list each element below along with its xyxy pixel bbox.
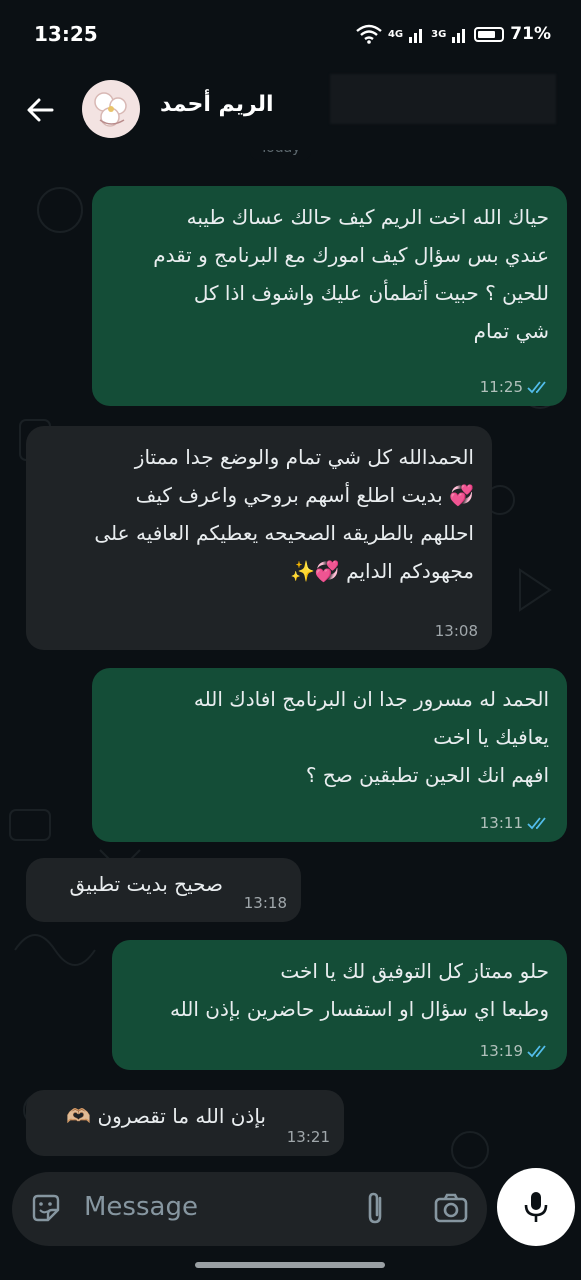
message-text: بإذن الله ما تقصرون 🫶🏼 bbox=[66, 1104, 266, 1128]
network-4g-label: 4G bbox=[387, 28, 404, 40]
message-text: الحمد له مسرور جدا ان البرنامج افادك الل… bbox=[193, 687, 549, 787]
avatar[interactable] bbox=[82, 80, 140, 138]
chat-header: الريم أحمد bbox=[0, 70, 581, 150]
message-bubble[interactable]: بإذن الله ما تقصرون 🫶🏼 13:21 bbox=[26, 1090, 344, 1156]
battery-level: 71% bbox=[510, 24, 551, 44]
network-3g-label: 3G bbox=[431, 28, 447, 40]
home-indicator bbox=[195, 1262, 385, 1268]
sticker-icon[interactable] bbox=[30, 1192, 62, 1224]
message-meta: 13:08 bbox=[435, 622, 478, 640]
message-time: 13:21 bbox=[286, 1128, 330, 1146]
read-receipt-icon bbox=[527, 381, 546, 394]
back-arrow-icon[interactable] bbox=[22, 92, 58, 128]
signal-icon-2 bbox=[452, 29, 466, 43]
message-bubble[interactable]: الحمد له مسرور جدا ان البرنامج افادك الل… bbox=[92, 668, 567, 842]
microphone-icon bbox=[524, 1192, 548, 1222]
message-input[interactable]: Message bbox=[84, 1192, 198, 1222]
microphone-button[interactable] bbox=[497, 1168, 575, 1246]
message-time: 13:19 bbox=[479, 1042, 523, 1060]
message-text: حياك الله اخت الريم كيف حالك عساك طيبه ع… bbox=[153, 205, 549, 343]
message-bubble[interactable]: حياك الله اخت الريم كيف حالك عساك طيبه ع… bbox=[92, 186, 567, 406]
message-meta: 13:19 bbox=[480, 1042, 551, 1060]
wifi-icon bbox=[356, 24, 382, 44]
battery-icon bbox=[474, 26, 505, 42]
message-bubble[interactable]: حلو ممتاز كل التوفيق لك يا اخت وطبعا اي … bbox=[112, 940, 567, 1070]
signal-icon bbox=[409, 29, 423, 43]
contact-name[interactable]: الريم أحمد bbox=[160, 92, 274, 117]
message-meta: 11:25 bbox=[480, 378, 551, 396]
message-time: 13:11 bbox=[479, 814, 523, 832]
status-bar: 13:25 4G 3G 71% bbox=[0, 0, 581, 70]
day-label: Today bbox=[250, 150, 311, 160]
message-time: 13:08 bbox=[434, 622, 478, 640]
message-meta: 13:11 bbox=[480, 814, 551, 832]
message-bubble[interactable]: صحيح بديت تطبيق 13:18 bbox=[26, 858, 301, 922]
redacted-area bbox=[330, 74, 556, 124]
status-icons: 4G 3G 71% bbox=[356, 24, 551, 44]
chat-area[interactable]: Today حياك الله اخت الريم كيف حالك عساك … bbox=[0, 150, 581, 1170]
message-time: 13:18 bbox=[243, 894, 287, 912]
read-receipt-icon bbox=[527, 817, 546, 830]
avatar-flower-icon bbox=[94, 92, 127, 127]
message-composer[interactable]: Message bbox=[12, 1172, 487, 1246]
status-time: 13:25 bbox=[34, 22, 98, 46]
message-text: الحمدالله كل شي تمام والوضع جدا ممتاز 💞 … bbox=[94, 445, 474, 583]
camera-icon[interactable] bbox=[434, 1192, 468, 1224]
message-bubble[interactable]: الحمدالله كل شي تمام والوضع جدا ممتاز 💞 … bbox=[26, 426, 492, 650]
message-time: 11:25 bbox=[479, 378, 523, 396]
paperclip-icon[interactable] bbox=[360, 1190, 390, 1226]
message-meta: 13:21 bbox=[287, 1128, 330, 1146]
message-meta: 13:18 bbox=[244, 894, 287, 912]
read-receipt-icon bbox=[527, 1045, 546, 1058]
message-text: حلو ممتاز كل التوفيق لك يا اخت وطبعا اي … bbox=[169, 959, 549, 1021]
